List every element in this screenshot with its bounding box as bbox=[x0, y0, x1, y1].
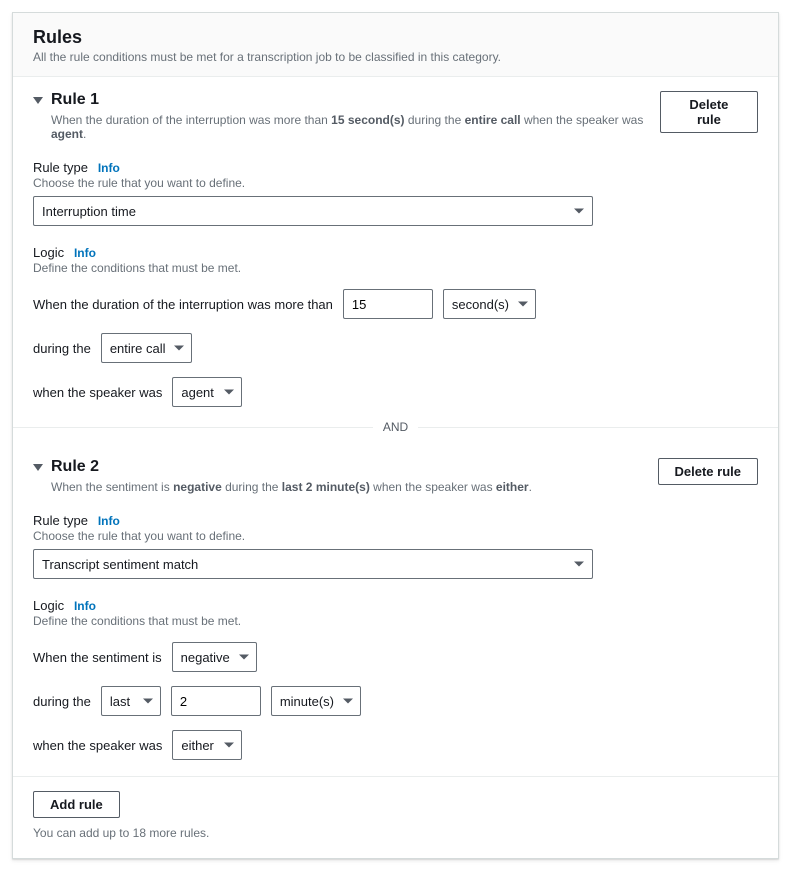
panel-title: Rules bbox=[33, 27, 758, 48]
chevron-down-icon bbox=[174, 346, 184, 351]
chevron-down-icon bbox=[224, 390, 234, 395]
chevron-down-icon bbox=[574, 562, 584, 567]
rule-1-logic-text-1: When the duration of the interruption wa… bbox=[33, 297, 333, 312]
rule-type-info-link[interactable]: Info bbox=[98, 161, 120, 175]
panel-subtitle: All the rule conditions must be met for … bbox=[33, 50, 758, 64]
rule-1-period-select[interactable]: entire call bbox=[101, 333, 193, 363]
rule-2-summary: When the sentiment is negative during th… bbox=[51, 480, 532, 494]
rule-2-logic-text-3: when the speaker was bbox=[33, 738, 162, 753]
rule-2-logic-text-2: during the bbox=[33, 694, 91, 709]
rule-1-type-value: Interruption time bbox=[42, 204, 136, 219]
rule-type-label: Rule type bbox=[33, 513, 88, 528]
rule-1-logic-text-2: during the bbox=[33, 341, 91, 356]
rule-type-hint: Choose the rule that you want to define. bbox=[33, 529, 758, 543]
delete-rule-1-button[interactable]: Delete rule bbox=[660, 91, 758, 133]
rule-type-label: Rule type bbox=[33, 160, 88, 175]
footer: Add rule You can add up to 18 more rules… bbox=[13, 776, 778, 858]
rule-1-block: Rule 1 When the duration of the interrup… bbox=[13, 77, 778, 423]
add-rule-button[interactable]: Add rule bbox=[33, 791, 120, 818]
rule-1-duration-input[interactable] bbox=[343, 289, 433, 319]
footer-hint: You can add up to 18 more rules. bbox=[33, 826, 758, 840]
delete-rule-2-button[interactable]: Delete rule bbox=[658, 458, 758, 485]
rule-2-speaker-select[interactable]: either bbox=[172, 730, 242, 760]
panel-header: Rules All the rule conditions must be me… bbox=[13, 13, 778, 77]
rule-2-period-mode-select[interactable]: last bbox=[101, 686, 161, 716]
rule-2-period-unit-select[interactable]: minute(s) bbox=[271, 686, 361, 716]
logic-hint: Define the conditions that must be met. bbox=[33, 614, 758, 628]
rule-1-toggle[interactable]: Rule 1 bbox=[33, 91, 660, 109]
rule-1-speaker-select[interactable]: agent bbox=[172, 377, 242, 407]
logic-info-link[interactable]: Info bbox=[74, 599, 96, 613]
and-divider: AND bbox=[13, 427, 778, 454]
rule-1-duration-unit-select[interactable]: second(s) bbox=[443, 289, 536, 319]
rule-2-logic-text-1: When the sentiment is bbox=[33, 650, 162, 665]
rules-panel: Rules All the rule conditions must be me… bbox=[12, 12, 779, 859]
rule-2-type-select[interactable]: Transcript sentiment match bbox=[33, 549, 593, 579]
chevron-down-icon bbox=[33, 97, 43, 104]
rule-1-summary: When the duration of the interruption wa… bbox=[51, 113, 660, 141]
rule-type-hint: Choose the rule that you want to define. bbox=[33, 176, 758, 190]
chevron-down-icon bbox=[33, 464, 43, 471]
rule-2-title: Rule 2 bbox=[51, 458, 99, 476]
rule-2-period-amount-input[interactable] bbox=[171, 686, 261, 716]
rule-2-block: Rule 2 When the sentiment is negative du… bbox=[13, 454, 778, 776]
chevron-down-icon bbox=[518, 302, 528, 307]
logic-info-link[interactable]: Info bbox=[74, 246, 96, 260]
rule-1-logic-text-3: when the speaker was bbox=[33, 385, 162, 400]
rule-2-type-value: Transcript sentiment match bbox=[42, 557, 198, 572]
chevron-down-icon bbox=[239, 655, 249, 660]
logic-label: Logic bbox=[33, 598, 64, 613]
logic-hint: Define the conditions that must be met. bbox=[33, 261, 758, 275]
rule-1-title: Rule 1 bbox=[51, 91, 99, 109]
rule-1-type-select[interactable]: Interruption time bbox=[33, 196, 593, 226]
chevron-down-icon bbox=[224, 743, 234, 748]
chevron-down-icon bbox=[143, 699, 153, 704]
logic-label: Logic bbox=[33, 245, 64, 260]
rule-2-sentiment-select[interactable]: negative bbox=[172, 642, 257, 672]
chevron-down-icon bbox=[343, 699, 353, 704]
rule-type-info-link[interactable]: Info bbox=[98, 514, 120, 528]
chevron-down-icon bbox=[574, 209, 584, 214]
rule-2-toggle[interactable]: Rule 2 bbox=[33, 458, 532, 476]
